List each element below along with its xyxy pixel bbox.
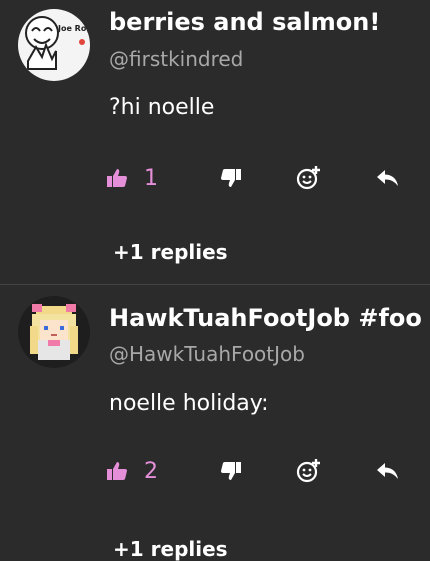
dislike-button[interactable] xyxy=(220,160,242,196)
comment-text: ?hi noelle xyxy=(109,95,215,120)
comment-actions: 1 xyxy=(0,160,430,200)
pixel-art-character-avatar-icon xyxy=(18,296,90,368)
view-replies-link[interactable]: +1 replies xyxy=(113,240,228,264)
avatar[interactable] xyxy=(18,296,90,368)
thumbs-down-icon xyxy=(221,462,241,480)
comment-item: Joe Rogan Podcast berries and salmon! @f… xyxy=(0,0,430,284)
comment-author-handle[interactable]: @HawkTuahFootJob xyxy=(109,340,305,368)
add-reaction-button[interactable] xyxy=(296,453,322,489)
like-count: 1 xyxy=(144,165,158,191)
like-button[interactable]: 1 xyxy=(106,160,158,196)
reply-arrow-icon xyxy=(377,170,398,186)
thumbs-up-icon xyxy=(107,169,127,187)
add-emoji-icon xyxy=(296,459,320,483)
comment-author-name[interactable]: HawkTuahFootJob #foo xyxy=(109,302,422,334)
podcast-logo-avatar-icon: Joe Rogan Podcast xyxy=(18,9,90,81)
reply-button[interactable] xyxy=(376,453,400,489)
comment-author-name[interactable]: berries and salmon! xyxy=(109,6,380,38)
like-count: 2 xyxy=(144,458,158,484)
add-reaction-button[interactable] xyxy=(296,160,322,196)
view-replies-link[interactable]: +1 replies xyxy=(113,537,228,561)
add-emoji-icon xyxy=(296,166,320,190)
thumbs-up-icon xyxy=(107,462,127,480)
comment-author-handle[interactable]: @firstkindred xyxy=(109,45,243,73)
comment-item: HawkTuahFootJob #foo @HawkTuahFootJob no… xyxy=(0,285,430,561)
comment-actions: 2 xyxy=(0,453,430,493)
reply-arrow-icon xyxy=(377,463,398,479)
avatar[interactable]: Joe Rogan Podcast xyxy=(18,9,90,81)
thumbs-down-icon xyxy=(221,169,241,187)
comment-text: noelle holiday: xyxy=(109,391,269,416)
reply-button[interactable] xyxy=(376,160,400,196)
like-button[interactable]: 2 xyxy=(106,453,158,489)
avatar-logo-text: Joe Rogan Podcast xyxy=(57,24,90,33)
dislike-button[interactable] xyxy=(220,453,242,489)
